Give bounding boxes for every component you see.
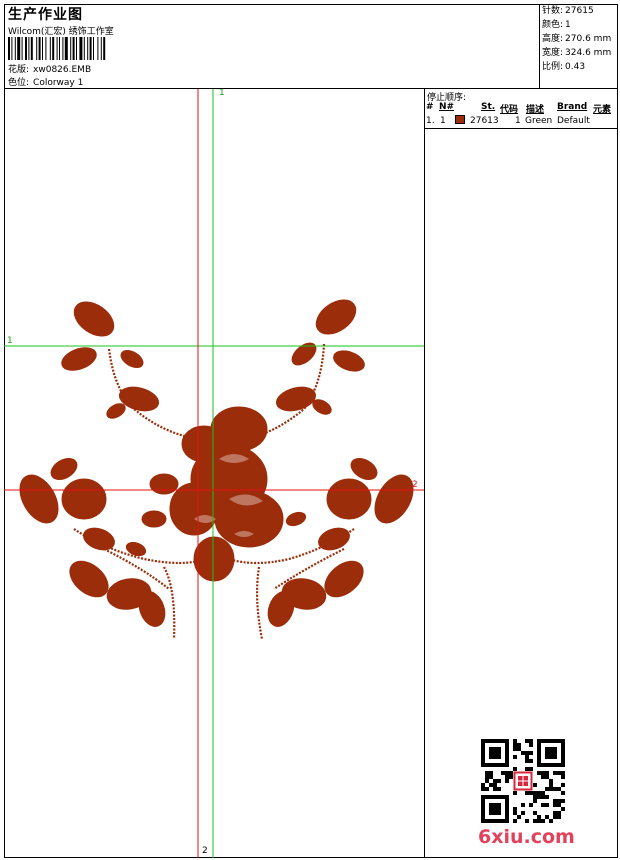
colorway-row: 色位: Colorway 1 [8, 75, 83, 88]
stat-colors: 颜色: 1 [542, 20, 571, 30]
leaves-left-wing [19, 458, 166, 627]
stat-width: 宽度: 324.6 mm [542, 48, 612, 58]
col-brand: Brand [557, 102, 588, 112]
embroidery-design [4, 89, 424, 858]
stop-sequence-table: 停止顺序: # N# St. 代码 描述 Brand 元素 1. 1 27613… [425, 89, 618, 129]
row-index: 1. [426, 116, 435, 126]
color-swatch [455, 115, 465, 124]
design-row: 花版: xw0826.EMB [8, 62, 91, 75]
row-code: 1 [515, 116, 521, 126]
page-title: 生产作业图 [8, 7, 83, 23]
qr-code [481, 739, 565, 823]
col-desc: 描述 [526, 105, 545, 115]
stat-stitches: 针数: 27615 [542, 6, 594, 16]
header: 生产作业图 Wilcom(汇宏) 绣饰工作室 花版: xw0826.EMB 色位:… [4, 4, 618, 89]
col-element: 元素 [593, 105, 612, 115]
guide-label-red-right: 2 [412, 480, 418, 490]
leaves-upper-right [275, 299, 365, 415]
guide-label-green-left: 1 [7, 336, 13, 346]
stat-scale: 比例: 0.43 [542, 62, 586, 72]
design-value: xw0826.EMB [33, 65, 92, 75]
col-stitches: St. [481, 102, 496, 112]
row-needle: 1 [440, 116, 446, 126]
stats-panel: 针数: 27615 颜色: 1 高度: 270.6 mm 宽度: 324.6 mm 比例… [539, 4, 618, 88]
design-canvas: 1 1 2 2 [4, 89, 425, 858]
guide-label-red-bottom: 2 [202, 846, 208, 856]
design-label: 花版: [8, 65, 30, 75]
row-brand: Default [557, 116, 590, 126]
company-name: Wilcom(汇宏) 绣饰工作室 [8, 27, 114, 37]
colorway-value: Colorway 1 [33, 78, 84, 88]
col-index: # [426, 102, 434, 112]
col-code: 代码 [500, 105, 519, 115]
leaves-right-wing [267, 458, 414, 627]
row-desc: Green [525, 116, 553, 126]
guide-label-green-top: 1 [219, 89, 225, 98]
barcode [8, 37, 106, 60]
col-needle: N# [439, 102, 455, 112]
stat-height: 高度: 270.6 mm [542, 34, 612, 44]
row-stitches: 27613 [470, 116, 499, 126]
watermark-text: 6xiu.com [478, 826, 575, 848]
colorway-label: 色位: [8, 78, 30, 88]
